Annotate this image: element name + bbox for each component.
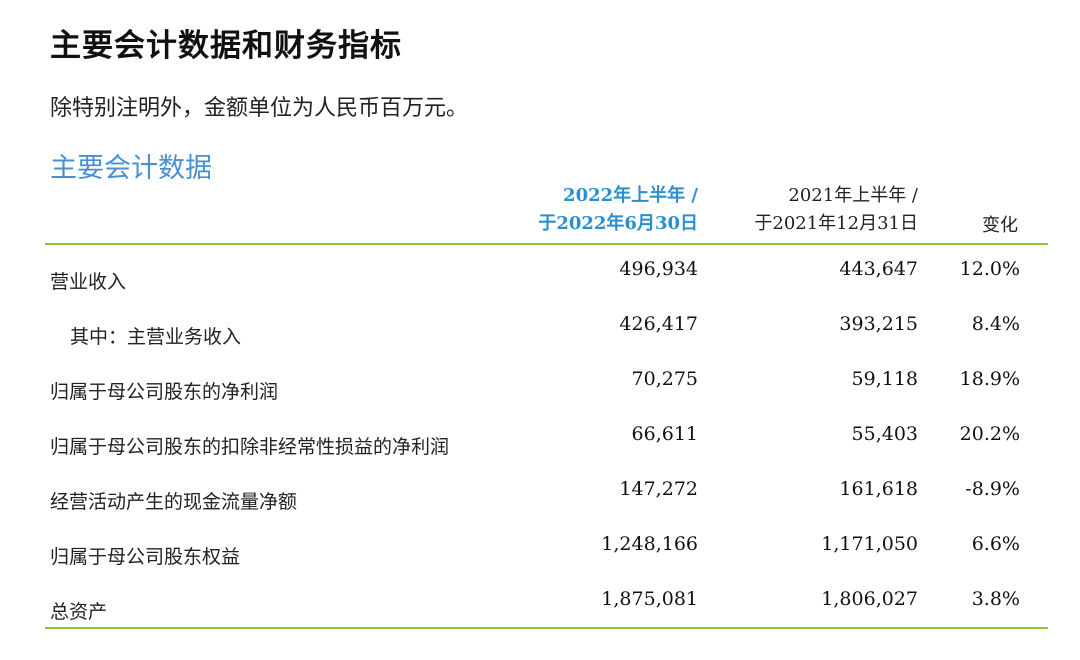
row-change-value: 18.9% [959,368,1020,390]
row-previous-value: 443,647 [839,258,918,280]
row-previous-value: 59,118 [851,368,918,390]
table-bottom-rule [45,627,1048,629]
header-previous-line1: 2021年上半年 / [788,185,918,206]
row-change-value: 20.2% [959,423,1020,445]
page-title: 主要会计数据和财务指标 [50,28,402,64]
row-current-value: 496,934 [619,258,698,280]
table-row: 归属于母公司股东的净利润 70,275 59,118 18.9% [0,365,1080,419]
row-label: 归属于母公司股东的净利润 [50,381,279,403]
table-top-rule [45,243,1048,245]
header-current-line2: 于2022年6月30日 [538,213,698,234]
table-row: 归属于母公司股东权益 1,248,166 1,171,050 6.6% [0,530,1080,584]
row-label: 总资产 [50,601,108,623]
row-label: 归属于母公司股东权益 [50,546,241,568]
row-previous-value: 1,806,027 [821,588,918,610]
header-current-line1: 2022年上半年 / [563,185,698,206]
row-label: 归属于母公司股东的扣除非经常性损益的净利润 [50,436,450,458]
table-row: 营业收入 496,934 443,647 12.0% [0,255,1080,309]
row-change-value: -8.9% [965,478,1020,500]
table-row: 其中：主营业务收入 426,417 393,215 8.4% [0,310,1080,364]
row-current-value: 426,417 [619,313,698,335]
row-previous-value: 161,618 [839,478,918,500]
row-label: 其中：主营业务收入 [70,326,242,348]
table-row: 经营活动产生的现金流量净额 147,272 161,618 -8.9% [0,475,1080,529]
header-current-period: 2022年上半年 / 于2022年6月30日 [538,182,698,238]
row-change-value: 3.8% [971,588,1020,610]
row-current-value: 70,275 [631,368,698,390]
row-current-value: 66,611 [631,423,698,445]
row-current-value: 1,248,166 [601,533,698,555]
section-heading: 主要会计数据 [50,153,212,184]
unit-note: 除特别注明外，金额单位为人民币百万元。 [50,96,469,121]
row-current-value: 1,875,081 [601,588,698,610]
row-label: 经营活动产生的现金流量净额 [50,491,298,513]
row-previous-value: 55,403 [851,423,918,445]
row-previous-value: 1,171,050 [821,533,918,555]
table-row: 归属于母公司股东的扣除非经常性损益的净利润 66,611 55,403 20.2… [0,420,1080,474]
row-change-value: 8.4% [971,313,1020,335]
row-current-value: 147,272 [619,478,698,500]
row-previous-value: 393,215 [839,313,918,335]
table-row: 总资产 1,875,081 1,806,027 3.8% [0,585,1080,639]
row-change-value: 6.6% [971,533,1020,555]
header-change: 变化 [982,215,1018,236]
row-label: 营业收入 [50,271,127,293]
header-previous-line2: 于2021年12月31日 [754,213,918,234]
header-previous-period: 2021年上半年 / 于2021年12月31日 [754,182,918,238]
row-change-value: 12.0% [959,258,1020,280]
